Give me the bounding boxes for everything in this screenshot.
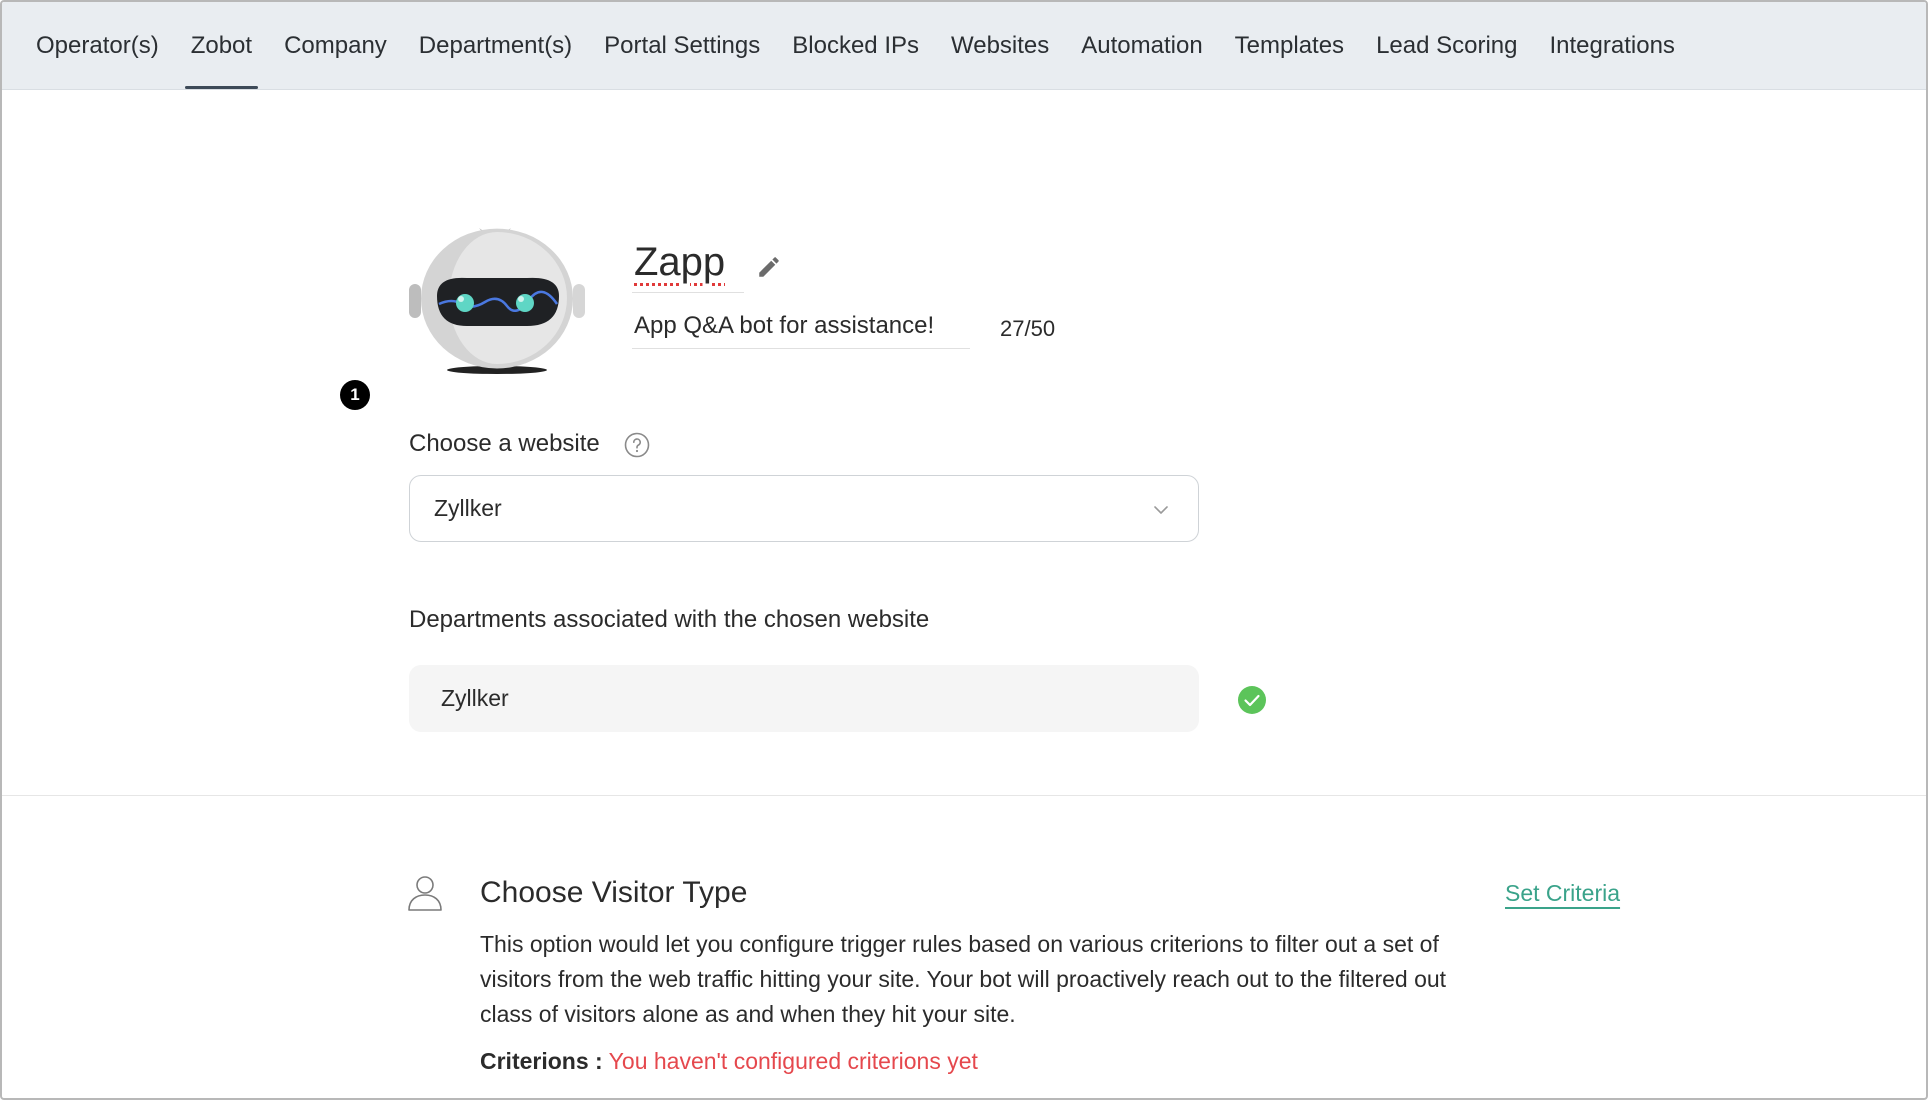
settings-tab-bar: Operator(s) Zobot Company Department(s) Port…: [2, 2, 1926, 90]
tab-portal-settings[interactable]: Portal Settings: [604, 2, 760, 89]
departments-value: Zyllker: [441, 685, 509, 711]
bot-description-input[interactable]: App Q&A bot for assistance!: [634, 312, 934, 340]
website-select[interactable]: Zyllker: [409, 475, 1199, 542]
criterions-label: Criterions :: [480, 1048, 603, 1074]
pencil-edit-icon[interactable]: [756, 254, 782, 280]
tab-websites[interactable]: Websites: [951, 2, 1049, 89]
tab-integrations[interactable]: Integrations: [1550, 2, 1675, 89]
help-question-icon[interactable]: [624, 432, 650, 458]
tab-automation[interactable]: Automation: [1081, 2, 1202, 89]
tab-zobot[interactable]: Zobot: [184, 2, 259, 89]
visitor-type-description: This option would let you configure trig…: [480, 931, 1447, 1027]
tab-blocked-ips[interactable]: Blocked IPs: [792, 2, 919, 89]
tab-list: Operator(s) Zobot Company Department(s) Port…: [2, 2, 1926, 89]
chevron-down-icon: [1154, 506, 1168, 514]
tab-templates[interactable]: Templates: [1235, 2, 1344, 89]
description-char-count: 27/50: [1000, 316, 1056, 341]
step-badge: 1: [340, 380, 370, 410]
departments-field[interactable]: Zyllker: [409, 665, 1199, 732]
departments-label: Departments associated with the chosen w…: [409, 606, 930, 633]
tab-lead-scoring[interactable]: Lead Scoring: [1376, 2, 1517, 89]
user-icon: [408, 876, 442, 911]
visitor-type-title: Choose Visitor Type: [480, 876, 748, 909]
bot-name-field[interactable]: Zapp: [634, 240, 725, 285]
check-circle-icon: [1238, 686, 1266, 714]
tab-company[interactable]: Company: [284, 2, 387, 89]
criterions-value: You haven't configured criterions yet: [608, 1048, 978, 1074]
bot-description-underline: [632, 348, 970, 349]
criterions-status: Criterions : You haven't configured crit…: [480, 1048, 978, 1075]
tab-operator-s[interactable]: Operator(s): [36, 2, 159, 89]
website-select-value: Zyllker: [434, 495, 502, 521]
robot-avatar-icon[interactable]: [407, 226, 587, 378]
choose-website-label: Choose a website: [409, 430, 600, 457]
set-criteria-link[interactable]: Set Criteria: [1505, 880, 1620, 907]
bot-name-underline: [632, 292, 744, 293]
tab-department-s[interactable]: Department(s): [419, 2, 572, 89]
section-divider: [2, 795, 1926, 796]
app-window: Operator(s) Zobot Company Department(s) Port…: [0, 0, 1928, 1100]
